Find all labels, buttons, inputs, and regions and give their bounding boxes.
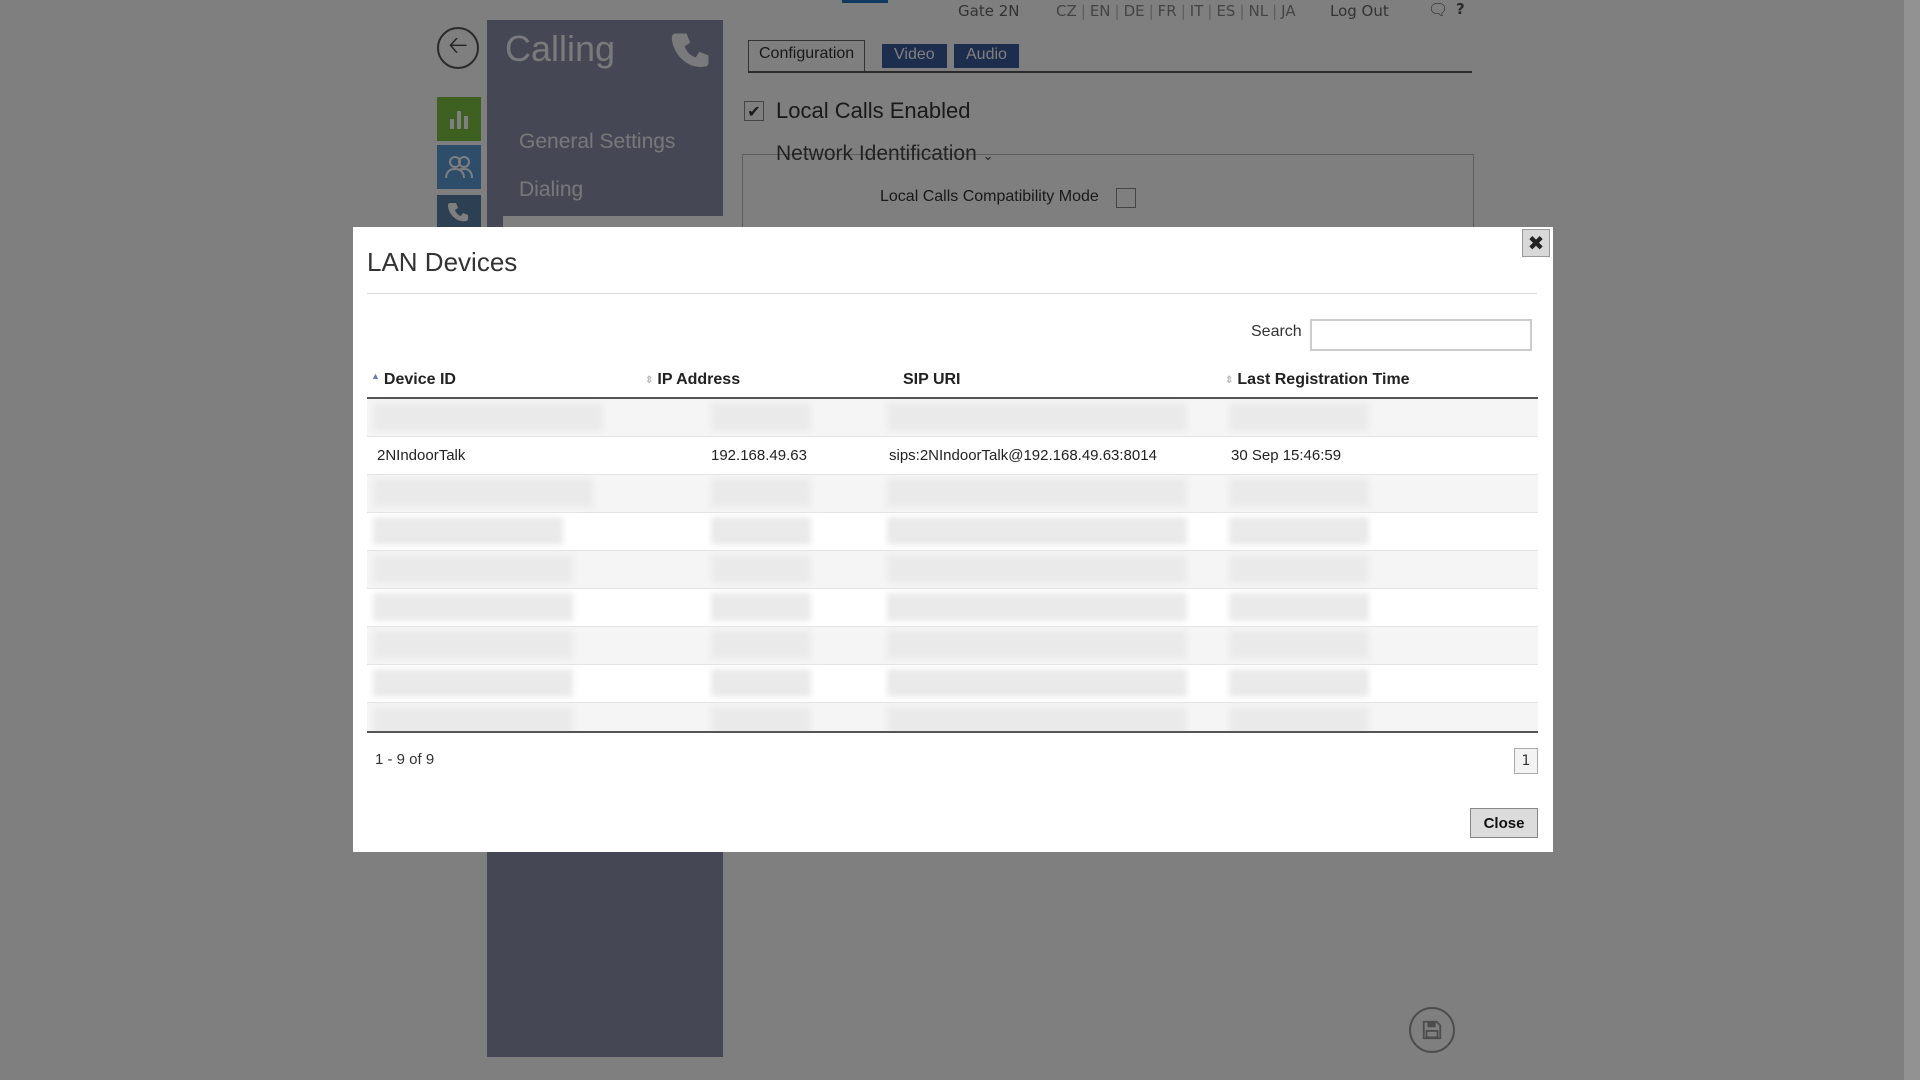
lan-devices-table: ▲ Device ID ⇕ IP Address SIP URI ⇕ Last Reg… — [367, 361, 1538, 733]
pagination-range: 1 - 9 of 9 — [375, 751, 435, 768]
sort-icon: ⇕ — [1225, 374, 1234, 386]
table-row[interactable] — [367, 399, 1538, 437]
cell-sip-uri: sips:2NIndoorTalk@192.168.49.63:8014 — [889, 447, 1157, 464]
table-body: 2NIndoorTalk 192.168.49.63 sips:2NIndoor… — [367, 399, 1538, 733]
cell-device-id: 2NIndoorTalk — [377, 447, 466, 464]
table-row[interactable] — [367, 551, 1538, 589]
lan-devices-dialog: LAN Devices ✖ Search ▲ Device ID ⇕ IP Addr… — [353, 227, 1553, 852]
sort-icon: ⇕ — [645, 374, 654, 386]
table-row[interactable] — [367, 703, 1538, 733]
cell-ip-address: 192.168.49.63 — [711, 447, 807, 464]
search-input[interactable] — [1310, 319, 1532, 351]
table-row[interactable] — [367, 475, 1538, 513]
table-row[interactable] — [367, 665, 1538, 703]
search-label: Search — [1251, 323, 1302, 340]
column-device-id[interactable]: ▲ Device ID — [371, 371, 456, 389]
column-last-registration-time[interactable]: ⇕ Last Registration Time — [1225, 371, 1410, 389]
page-scrollbar[interactable] — [1904, 0, 1920, 1080]
table-bottom-border — [367, 731, 1538, 733]
column-sip-uri: SIP URI — [903, 371, 961, 388]
sort-ascending-icon: ▲ — [371, 371, 380, 381]
close-button[interactable]: Close — [1470, 808, 1538, 838]
dialog-title: LAN Devices — [367, 247, 518, 277]
table-header: ▲ Device ID ⇕ IP Address SIP URI ⇕ Last Reg… — [367, 361, 1538, 399]
cell-last-registration-time: 30 Sep 15:46:59 — [1231, 447, 1342, 464]
table-row[interactable] — [367, 589, 1538, 627]
column-ip-address[interactable]: ⇕ IP Address — [645, 371, 740, 389]
pagination-page-button[interactable]: 1 — [1514, 748, 1538, 774]
table-row[interactable] — [367, 627, 1538, 665]
table-row[interactable]: 2NIndoorTalk 192.168.49.63 sips:2NIndoor… — [367, 437, 1538, 475]
dialog-divider — [367, 293, 1537, 294]
table-row[interactable] — [367, 513, 1538, 551]
close-icon: ✖ — [1527, 231, 1545, 255]
dialog-close-x-button[interactable]: ✖ — [1522, 229, 1550, 257]
